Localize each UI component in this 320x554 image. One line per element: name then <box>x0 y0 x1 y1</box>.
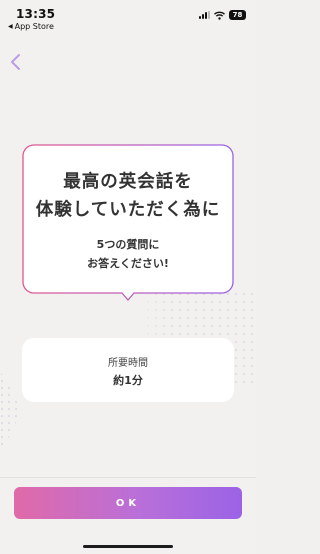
screen: 13:35 ◀ App Store 78 最高の英会話を 体験していただく為に … <box>0 0 256 554</box>
subtitle-line-1: 5つの質問に <box>96 238 160 251</box>
back-to-app-link[interactable]: ◀ App Store <box>8 22 54 31</box>
cellular-signal-icon <box>199 11 210 19</box>
required-time-value: 約1分 <box>113 374 143 387</box>
status-time: 13:35 <box>16 7 56 21</box>
required-time-label: 所要時間 <box>108 358 148 369</box>
headline-line-2: 体験していただく為に <box>35 200 221 220</box>
subtitle: 5つの質問に お答えください! <box>22 235 234 273</box>
intro-speech-card: 最高の英会話を 体験していただく為に 5つの質問に お答えください! <box>22 144 234 304</box>
subtitle-line-2: お答えください! <box>87 257 169 270</box>
back-to-app-label: App Store <box>14 22 54 31</box>
bottom-divider <box>0 477 256 478</box>
status-indicators: 78 <box>199 10 246 20</box>
headline-line-1: 最高の英会話を <box>63 172 193 192</box>
page-title: 最高の英会話を 体験していただく為に <box>22 168 234 224</box>
required-time-card: 所要時間 約1分 <box>22 338 234 402</box>
ok-button[interactable]: OK <box>14 487 242 519</box>
wifi-icon <box>214 11 225 20</box>
status-bar: 13:35 ◀ App Store 78 <box>0 0 256 34</box>
chevron-left-icon[interactable] <box>8 52 24 72</box>
home-indicator <box>83 545 173 548</box>
speech-card-content: 最高の英会話を 体験していただく為に 5つの質問に お答えください! <box>22 144 234 294</box>
battery-icon: 78 <box>229 10 246 20</box>
back-triangle-icon: ◀ <box>8 23 13 30</box>
